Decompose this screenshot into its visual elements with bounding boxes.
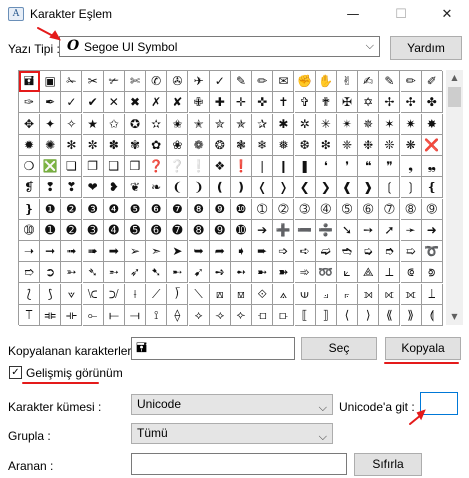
annotation-overlay [22, 27, 459, 425]
font-arrow-head [49, 30, 62, 41]
